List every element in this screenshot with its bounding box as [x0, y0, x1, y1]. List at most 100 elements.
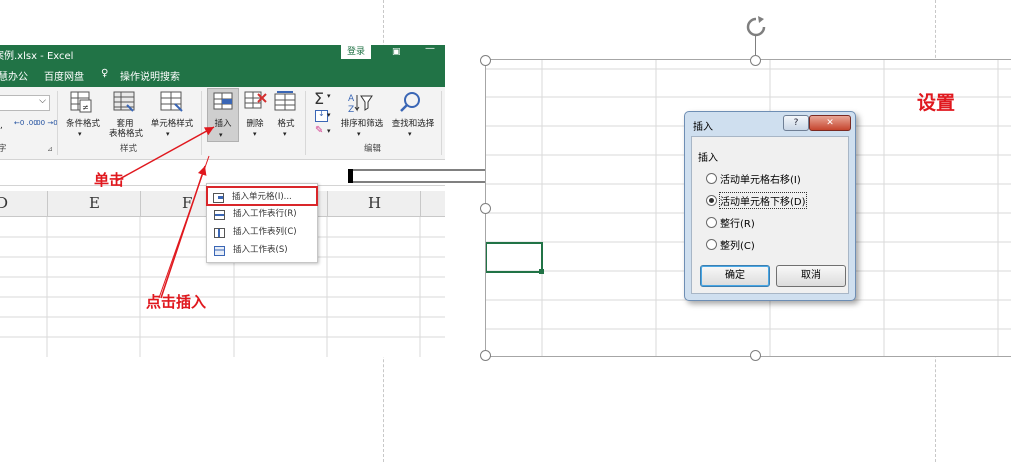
chevron-down-icon: ▾: [327, 127, 331, 135]
radio-label: 整列(C): [720, 241, 755, 252]
radio-label: 活动单元格下移(D): [719, 192, 807, 209]
magnifier-icon: [400, 92, 420, 112]
comma-style-button[interactable]: ,: [0, 121, 3, 131]
insert-row-menu-item[interactable]: 插入工作表行(R): [209, 205, 313, 223]
group-divider: [441, 91, 442, 155]
group-divider: [305, 91, 306, 155]
insert-column-small-icon: [214, 227, 225, 238]
insert-row-small-icon: [214, 209, 225, 220]
column-header-f[interactable]: F: [182, 194, 192, 212]
svg-text:Z: Z: [348, 105, 354, 114]
chevron-down-icon: ▾: [78, 130, 82, 138]
menu-item-label: 插入工作表(S): [233, 245, 288, 255]
autosum-icon[interactable]: Σ: [314, 89, 324, 108]
minimize-icon[interactable]: —: [425, 45, 435, 54]
chevron-down-icon: ▾: [283, 130, 287, 138]
chevron-down-icon: ▾: [166, 130, 170, 138]
group-divider: [57, 91, 58, 155]
insert-dropdown-menu: 插入单元格(I)... 插入工作表行(R) 插入工作表列(C) 插入工作表(S): [206, 183, 318, 263]
find-select-button[interactable]: 查找和选择: [388, 119, 438, 129]
chevron-down-icon: ⌵: [39, 96, 46, 106]
group-label-styles: 样式: [120, 144, 138, 154]
menu-item[interactable]: 百度网盘: [44, 68, 84, 83]
conditional-format-icon: ≠: [70, 91, 92, 113]
resize-handle[interactable]: [480, 55, 491, 66]
insert-cells-menu-item[interactable]: 插入单元格(I)...: [206, 186, 318, 206]
format-cells-icon: [274, 91, 296, 111]
delete-button[interactable]: 删除: [240, 119, 270, 129]
annotation-click: 单击: [94, 171, 125, 189]
close-button[interactable]: ✕: [809, 115, 851, 131]
dialog-body: 插入 活动单元格右移(I) 活动单元格下移(D) 整行(R) 整列(C) 确定 …: [691, 136, 849, 294]
help-button[interactable]: ?: [783, 115, 809, 131]
resize-handle[interactable]: [750, 55, 761, 66]
column-header-h[interactable]: H: [368, 194, 381, 212]
decrease-decimal-button[interactable]: .00 →0: [34, 118, 58, 128]
column-divider: [140, 191, 141, 216]
window-title: 案例.xlsx - Excel: [0, 51, 74, 62]
column-header-e[interactable]: E: [89, 194, 100, 212]
column-divider: [47, 191, 48, 216]
column-divider: [420, 191, 421, 216]
dialog-title: 插入: [693, 122, 713, 133]
insert-dialog: 插入 ? ✕ 插入 活动单元格右移(I) 活动单元格下移(D) 整行(R) 整列…: [684, 111, 856, 301]
cell-style-icon: [160, 91, 183, 112]
clear-icon[interactable]: ✎: [315, 125, 323, 136]
dialog-launcher-icon[interactable]: ⊿: [47, 145, 53, 153]
insert-label: 插入: [214, 119, 232, 129]
insert-column-menu-item[interactable]: 插入工作表列(C): [209, 223, 313, 241]
sort-filter-button[interactable]: 排序和筛选: [337, 119, 387, 129]
chevron-down-icon: ▾: [357, 130, 361, 138]
cell-style-button[interactable]: 单元格样式: [146, 119, 198, 129]
column-header-d[interactable]: D: [0, 194, 8, 212]
excel-window: 案例.xlsx - Excel 登录 ▣ — 慧办公 百度网盘 ♀ 操作说明搜索…: [0, 45, 445, 357]
lightbulb-icon: ♀: [101, 68, 109, 79]
menu-item-label: 插入单元格(I)...: [232, 192, 292, 202]
radio-label: 活动单元格右移(I): [720, 175, 801, 186]
group-divider: [201, 91, 202, 155]
insert-button[interactable]: 插入 ▾: [207, 88, 239, 142]
rotate-handle-stem: [755, 36, 756, 56]
insert-cells-small-icon: [213, 192, 224, 203]
table-format-button[interactable]: 套用: [106, 119, 144, 129]
rotate-handle-icon[interactable]: [745, 16, 767, 38]
menu-item[interactable]: 慧办公: [0, 68, 28, 83]
menu-item-label: 插入工作表列(C): [233, 227, 297, 237]
group-label-editing: 编辑: [364, 144, 382, 154]
ribbon-display-icon[interactable]: ▣: [392, 47, 401, 57]
resize-handle[interactable]: [750, 350, 761, 361]
resize-handle[interactable]: [480, 203, 491, 214]
svg-text:A: A: [348, 94, 355, 104]
menu-item-label: 插入工作表行(R): [233, 209, 297, 219]
number-format-select[interactable]: ⌵: [0, 95, 50, 111]
chevron-down-icon: ▾: [327, 111, 331, 119]
login-button[interactable]: 登录: [341, 45, 371, 59]
cancel-button[interactable]: 取消: [776, 265, 846, 287]
group-label-number: 字: [0, 144, 7, 154]
table-format-icon: [113, 91, 135, 112]
insert-cells-icon: [213, 92, 233, 110]
format-button[interactable]: 格式: [271, 119, 301, 129]
column-divider: [327, 191, 328, 216]
conditional-format-button[interactable]: 条件格式: [62, 119, 104, 129]
chevron-down-icon: ▾: [253, 130, 257, 138]
radio-circle: [706, 239, 717, 250]
chevron-down-icon: ▾: [327, 92, 331, 100]
radio-label: 整行(R): [720, 219, 755, 230]
ribbon: ⌵ , ←0 .00 .00 →0 字 ⊿ ≠ 条件格式 ▾ 套用 表格格式 单…: [0, 87, 445, 160]
insert-sheet-menu-item[interactable]: 插入工作表(S): [209, 241, 313, 259]
title-bar: 案例.xlsx - Excel 登录 ▣ —: [0, 45, 445, 62]
resize-handle[interactable]: [480, 350, 491, 361]
ok-button[interactable]: 确定: [700, 265, 770, 287]
insert-sheet-small-icon: [214, 245, 225, 256]
chevron-down-icon: ▾: [408, 130, 412, 138]
tell-me-search[interactable]: 操作说明搜索: [120, 68, 180, 83]
radio-circle-selected: [706, 195, 717, 206]
group-label: 插入: [698, 153, 718, 164]
svg-text:≠: ≠: [82, 103, 89, 112]
annotation-click-insert: 点击插入: [146, 293, 207, 311]
chevron-down-icon: ▾: [219, 131, 223, 139]
annotation-setting: 设置: [917, 92, 956, 114]
sort-filter-icon: A Z: [348, 94, 373, 114]
menu-bar: 慧办公 百度网盘 ♀ 操作说明搜索: [0, 61, 445, 87]
